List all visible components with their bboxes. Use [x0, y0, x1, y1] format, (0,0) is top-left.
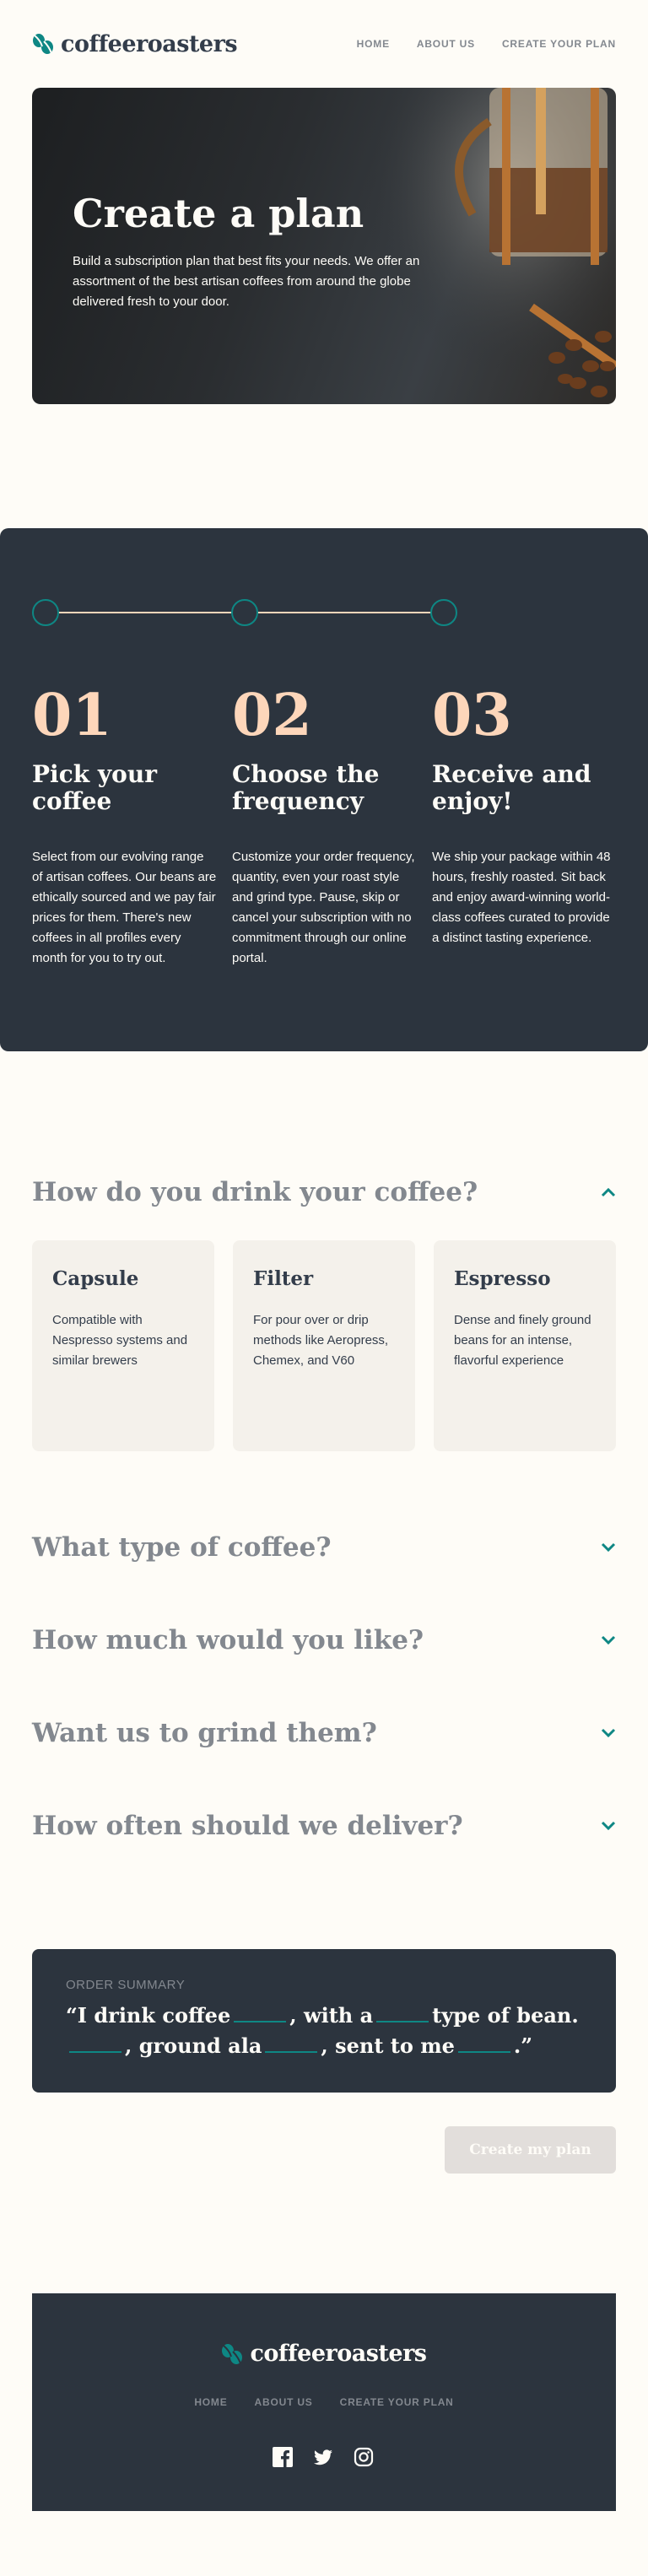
blank-quantity	[69, 2034, 122, 2053]
blank-grind	[265, 2034, 318, 2053]
footer-nav-about[interactable]: ABOUT US	[255, 2396, 313, 2408]
nav-create-plan[interactable]: CREATE YOUR PLAN	[502, 38, 616, 50]
step-text: Select from our evolving range of artisa…	[32, 850, 217, 965]
drink-style-options: Capsule Compatible with Nespresso system…	[32, 1240, 616, 1451]
step-number: 02	[232, 682, 312, 749]
logo[interactable]: coffeeroasters	[32, 30, 238, 57]
option-card-espresso[interactable]: Espresso Dense and finely ground beans f…	[434, 1240, 616, 1451]
option-title: Espresso	[454, 1267, 551, 1290]
blank-coffee-type	[376, 2004, 429, 2022]
coffee-bean-logo-icon	[33, 34, 53, 54]
nav-home[interactable]: HOME	[357, 38, 390, 50]
option-description: Dense and finely ground beans for an int…	[454, 1313, 591, 1368]
coffee-bean-logo-icon	[222, 2343, 243, 2364]
option-title: Capsule	[52, 1267, 139, 1290]
timeline-dot	[231, 599, 258, 626]
chevron-up-icon[interactable]	[601, 1187, 616, 1197]
instagram-icon[interactable]	[354, 2447, 375, 2469]
social-links	[32, 2447, 616, 2469]
step-3: 03 Receive and enjoy! We ship your packa…	[432, 685, 618, 948]
question-grind[interactable]: Want us to grind them?	[32, 1716, 616, 1750]
option-title: Filter	[253, 1267, 314, 1290]
question-title: How much would you like?	[32, 1625, 424, 1655]
blank-frequency	[457, 2034, 510, 2053]
site-footer: coffeeroasters HOME ABOUT US CREATE YOUR…	[32, 2293, 616, 2511]
chevron-down-icon[interactable]	[601, 1635, 616, 1645]
hero-banner: Create a plan Build a subscription plan …	[32, 88, 616, 404]
summary-text: “I drink coffee , with a type of bean. , g…	[66, 2001, 582, 2061]
footer-nav: HOME ABOUT US CREATE YOUR PLAN	[32, 2396, 616, 2408]
footer-nav-home[interactable]: HOME	[194, 2396, 227, 2408]
question-title: What type of coffee?	[32, 1532, 332, 1563]
option-card-filter[interactable]: Filter For pour over or drip methods lik…	[233, 1240, 415, 1451]
nav-about[interactable]: ABOUT US	[417, 38, 475, 50]
timeline-dot	[32, 599, 59, 626]
hero-title: Create a plan	[73, 191, 364, 236]
question-quantity[interactable]: How much would you like?	[32, 1623, 616, 1657]
step-title: Receive and enjoy!	[432, 760, 591, 815]
order-summary: ORDER SUMMARY “I drink coffee , with a typ…	[32, 1949, 616, 2093]
summary-fragment: type of bean.	[432, 2003, 579, 2028]
step-text: We ship your package within 48 hours, fr…	[432, 850, 611, 945]
how-it-works-section: 01 Pick your coffee Select from our evol…	[0, 528, 648, 1051]
summary-fragment: , ground ala	[125, 2033, 262, 2058]
step-title: Choose the frequency	[232, 760, 380, 815]
step-title: Pick your coffee	[32, 760, 157, 815]
steps-timeline	[32, 599, 457, 626]
twitter-icon[interactable]	[313, 2447, 335, 2469]
main-nav: HOME ABOUT US CREATE YOUR PLAN	[357, 38, 616, 50]
blank-drink-style	[234, 2004, 287, 2022]
timeline-dot	[430, 599, 457, 626]
summary-fragment: , sent to me	[321, 2033, 455, 2058]
step-text: Customize your order frequency, quantity…	[232, 850, 415, 965]
hero-description: Build a subscription plan that best fits…	[73, 254, 420, 309]
step-number: 01	[32, 682, 112, 749]
option-description: For pour over or drip methods like Aerop…	[253, 1313, 389, 1368]
chevron-down-icon[interactable]	[601, 1821, 616, 1831]
footer-logo[interactable]: coffeeroasters	[32, 2341, 616, 2367]
question-delivery-frequency[interactable]: How often should we deliver?	[32, 1809, 616, 1843]
question-coffee-type[interactable]: What type of coffee?	[32, 1531, 616, 1564]
logo-text: coffeeroasters	[61, 30, 238, 57]
summary-fragment: .”	[513, 2033, 533, 2058]
question-drink-style[interactable]: How do you drink your coffee?	[32, 1175, 616, 1209]
facebook-icon[interactable]	[273, 2447, 294, 2469]
option-description: Compatible with Nespresso systems and si…	[52, 1313, 188, 1368]
site-header: coffeeroasters HOME ABOUT US CREATE YOUR…	[32, 24, 616, 64]
chevron-down-icon[interactable]	[601, 1728, 616, 1738]
option-card-capsule[interactable]: Capsule Compatible with Nespresso system…	[32, 1240, 214, 1451]
footer-nav-create-plan[interactable]: CREATE YOUR PLAN	[340, 2396, 454, 2408]
create-plan-button[interactable]: Create my plan	[445, 2126, 616, 2174]
summary-fragment: “I drink coffee	[66, 2003, 231, 2028]
logo-text: coffeeroasters	[250, 2341, 427, 2367]
chevron-down-icon[interactable]	[601, 1542, 616, 1553]
question-title: Want us to grind them?	[32, 1718, 377, 1748]
question-title: How do you drink your coffee?	[32, 1177, 478, 1207]
step-1: 01 Pick your coffee Select from our evol…	[32, 685, 218, 969]
step-2: 02 Choose the frequency Customize your o…	[232, 685, 418, 969]
summary-fragment: , with a	[289, 2003, 374, 2028]
french-press-image	[363, 88, 616, 404]
summary-label: ORDER SUMMARY	[66, 1978, 186, 1992]
step-number: 03	[432, 682, 512, 749]
question-title: How often should we deliver?	[32, 1811, 463, 1841]
